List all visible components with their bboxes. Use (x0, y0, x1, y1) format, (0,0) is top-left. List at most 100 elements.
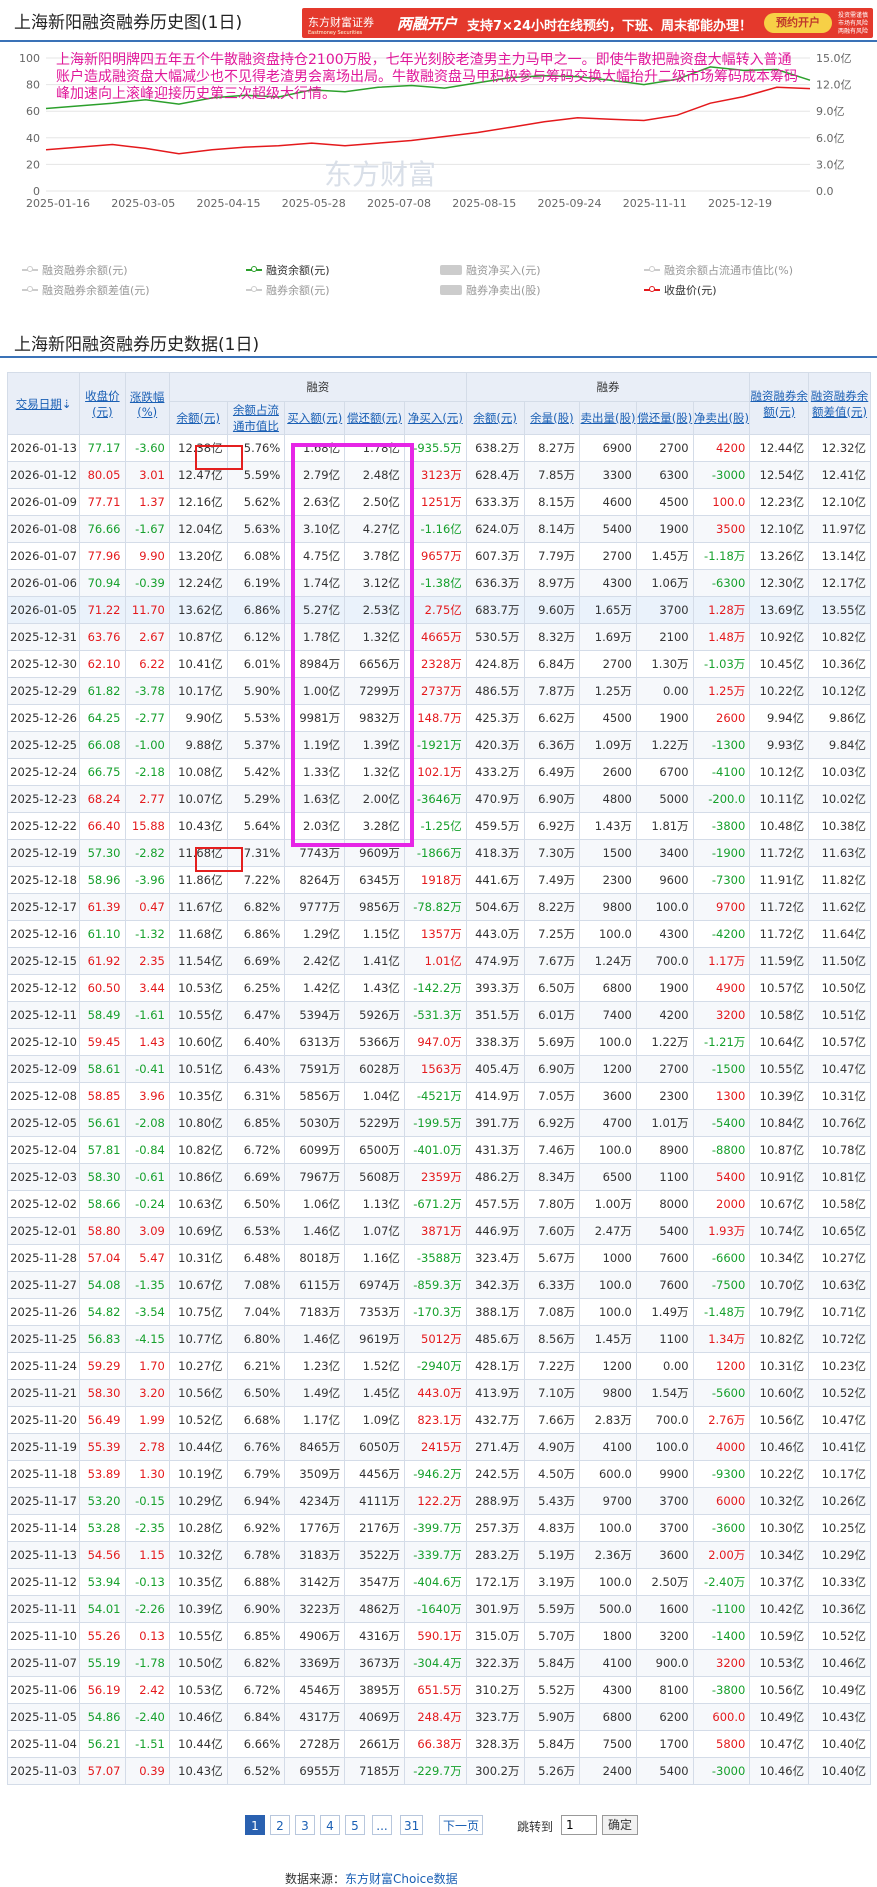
table-cell: 6.76% (226, 1433, 286, 1461)
next-page-button[interactable]: 下一页 (439, 1815, 484, 1835)
table-cell: 6300 (635, 461, 694, 489)
table-row: 2025-12-08 58.85 3.96 10.35亿 6.31% 5856万 1.04亿… (6, 1082, 871, 1110)
sort-arrow-icon[interactable]: ⇣ (62, 397, 72, 411)
table-cell: 10.44亿 (168, 1730, 228, 1758)
table-cell: 6.92% (226, 1514, 286, 1542)
col-sec-net-sell[interactable]: 净卖出(股) (692, 401, 751, 435)
sort-sec-volume-link[interactable]: 余量(股) (525, 410, 579, 426)
table-cell: 2300 (579, 866, 637, 894)
legend-item[interactable]: 融资余额占流通市值比(%) (644, 262, 793, 278)
table-cell: 2025-11-11 (6, 1595, 81, 1623)
table-cell: 10.52亿 (808, 1379, 871, 1407)
table-cell: 9900 (635, 1460, 694, 1488)
page-1-button[interactable]: 1 (245, 1815, 265, 1835)
table-cell: 10.50亿 (808, 974, 871, 1002)
col-sec-volume[interactable]: 余量(股) (523, 401, 581, 435)
sort-fin-buy-link[interactable]: 买入额(元) (286, 410, 344, 426)
jump-page-input[interactable] (561, 1815, 597, 1835)
col-total-balance[interactable]: 融资融券余额(元) (749, 372, 810, 435)
table-row: 2025-12-30 62.10 6.22 10.41亿 6.01% 8984万 6656万… (6, 650, 871, 678)
table-cell: 310.2万 (465, 1676, 525, 1704)
table-cell: 3509万 (284, 1460, 346, 1488)
table-cell: 7.79万 (523, 542, 581, 570)
table-cell: 53.94 (79, 1568, 126, 1596)
table-cell: 6115万 (284, 1271, 346, 1299)
sort-fin-balance-link[interactable]: 余额(元) (170, 410, 226, 426)
sort-total-balance-link[interactable]: 融资融券余额(元) (751, 388, 808, 420)
sort-fin-net-buy-link[interactable]: 净买入(元) (405, 410, 465, 426)
page-last-button[interactable]: 31 (400, 1815, 424, 1835)
legend-item[interactable]: 融券净卖出(股) (440, 282, 541, 298)
promo-banner[interactable]: 东方财富证券 Eastmoney Securities 两融开户 支持7×24小… (302, 8, 873, 38)
table-cell: 10.23亿 (808, 1352, 871, 1380)
legend-item[interactable]: 融资融券余额(元) (22, 262, 128, 278)
table-cell: -1.00 (124, 731, 170, 759)
table-cell: 10.31亿 (749, 1352, 810, 1380)
sort-change-link[interactable]: 涨跌幅(%) (126, 389, 168, 419)
table-row: 2026-01-09 77.71 1.37 12.16亿 5.62% 2.63亿 2.50亿… (6, 488, 871, 516)
col-fin-ratio[interactable]: 余额占流通市值比 (226, 401, 286, 435)
col-balance-diff[interactable]: 融资融券余额差值(元) (808, 372, 871, 435)
col-fin-repay[interactable]: 偿还额(元) (344, 401, 405, 435)
table-cell: 624.0万 (465, 515, 525, 543)
table-cell: 6.49万 (523, 758, 581, 786)
col-fin-buy[interactable]: 买入额(元) (284, 401, 346, 435)
col-date[interactable]: 交易日期⇣ (6, 372, 81, 435)
data-source-link[interactable]: 东方财富Choice数据 (345, 1872, 458, 1886)
table-cell: 3700 (635, 596, 694, 624)
col-sec-repay[interactable]: 偿还量(股) (635, 401, 694, 435)
sort-date-link[interactable]: 交易日期 (16, 397, 62, 411)
table-cell: 1.65万 (579, 596, 637, 624)
sort-sec-repay-link[interactable]: 偿还量(股) (637, 410, 692, 426)
sort-sec-net-sell-link[interactable]: 净卖出(股) (694, 410, 749, 426)
legend-item[interactable]: 融资融券余额差值(元) (22, 282, 150, 298)
table-cell: -1900 (692, 839, 751, 867)
page-5-button[interactable]: 5 (345, 1815, 365, 1835)
legend-item[interactable]: 融资余额(元) (246, 262, 330, 278)
sort-sec-balance-link[interactable]: 余额(元) (467, 410, 523, 426)
col-fin-net-buy[interactable]: 净买入(元) (403, 401, 467, 435)
table-cell: 2026-01-13 (6, 434, 81, 462)
table-cell: -1400 (692, 1622, 751, 1650)
left-tick-label: 60 (26, 105, 40, 118)
table-cell: 446.9万 (465, 1217, 525, 1245)
table-cell: -1.21万 (692, 1028, 751, 1056)
col-fin-balance[interactable]: 余额(元) (168, 401, 228, 435)
table-cell: 4500 (635, 488, 694, 516)
sort-fin-repay-link[interactable]: 偿还额(元) (346, 410, 404, 426)
sort-close-link[interactable]: 收盘价(元) (81, 388, 124, 420)
col-sec-balance[interactable]: 余额(元) (465, 401, 525, 435)
table-cell: 1.06万 (635, 569, 694, 597)
sort-fin-ratio-link[interactable]: 余额占流通市值比 (228, 403, 284, 434)
table-cell: 1.01亿 (403, 947, 467, 975)
table-cell: 10.25亿 (808, 1514, 871, 1542)
table-cell: 5.90万 (523, 1703, 581, 1731)
table-cell: 6800 (579, 974, 637, 1002)
table-cell: 7.05万 (523, 1082, 581, 1110)
col-sec-sell[interactable]: 卖出量(股) (579, 401, 637, 435)
sort-sec-sell-link[interactable]: 卖出量(股) (581, 410, 636, 426)
table-cell: 60.50 (79, 974, 126, 1002)
sort-balance-diff-link[interactable]: 融资融券余额差值(元) (810, 388, 870, 420)
table-cell: 122.2万 (403, 1487, 467, 1515)
legend-item[interactable]: 收盘价(元) (644, 282, 717, 298)
page-4-button[interactable]: 4 (320, 1815, 340, 1835)
table-cell: -3800 (692, 812, 751, 840)
table-cell: 2025-11-13 (6, 1541, 81, 1569)
table-cell: 3183万 (284, 1541, 346, 1569)
table-cell: 10.22亿 (749, 1460, 810, 1488)
table-cell: -3.60 (124, 434, 170, 462)
table-cell: 242.5万 (465, 1460, 525, 1488)
legend-item[interactable]: 融券余额(元) (246, 282, 330, 298)
banner-open-account-button[interactable]: 预约开户 (764, 13, 832, 33)
page-3-button[interactable]: 3 (295, 1815, 315, 1835)
page-2-button[interactable]: 2 (270, 1815, 290, 1835)
right-tick-label: 12.0亿 (816, 79, 852, 92)
jump-confirm-button[interactable]: 确定 (602, 1815, 639, 1835)
table-cell: 3.09 (124, 1217, 170, 1245)
table-cell: 6.31% (226, 1082, 286, 1110)
col-close[interactable]: 收盘价(元) (79, 372, 126, 435)
table-cell: 6500 (579, 1163, 637, 1191)
col-change[interactable]: 涨跌幅(%) (124, 372, 170, 435)
legend-item[interactable]: 融资净买入(元) (440, 262, 541, 278)
